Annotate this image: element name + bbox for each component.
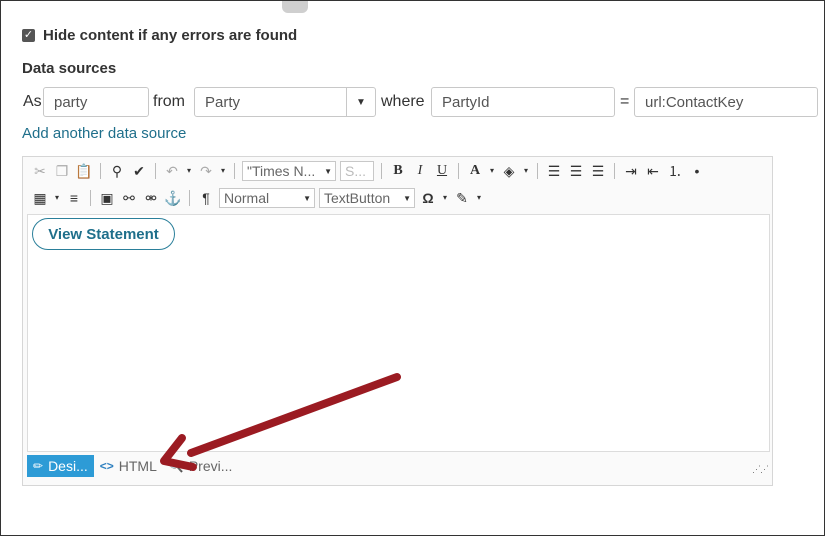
pencil-icon: ✏: [33, 459, 44, 473]
hide-content-row: ✓ Hide content if any errors are found: [22, 25, 297, 45]
view-statement-button[interactable]: View Statement: [32, 218, 175, 250]
font-size-value: S...: [345, 163, 367, 179]
table-icon[interactable]: ▦: [31, 188, 49, 208]
paste-icon[interactable]: 📋: [75, 161, 93, 181]
font-color-dropdown-icon[interactable]: ▾: [488, 161, 496, 181]
add-data-source-link[interactable]: Add another data source: [22, 125, 186, 142]
bullet-list-icon[interactable]: •: [688, 161, 706, 181]
toolbar-divider: [189, 190, 190, 206]
where-label: where: [381, 93, 425, 110]
undo-icon[interactable]: ↶: [163, 161, 181, 181]
bold-icon[interactable]: B: [389, 161, 407, 181]
chevron-down-icon: ▼: [324, 166, 332, 176]
toolbar-divider: [614, 163, 615, 179]
italic-icon[interactable]: I: [411, 161, 429, 181]
underline-icon[interactable]: U: [433, 161, 451, 181]
field-value: PartyId: [442, 93, 490, 111]
source-value: Party: [205, 93, 241, 111]
tab-html[interactable]: <> HTML: [94, 455, 163, 477]
highlight-icon[interactable]: ◈: [500, 161, 518, 181]
chevron-down-icon: ▼: [303, 193, 311, 203]
font-name-value: "Times N...: [247, 163, 316, 179]
font-size-select[interactable]: S...: [340, 161, 374, 181]
undo-dropdown-icon[interactable]: ▾: [185, 161, 193, 181]
chevron-down-icon: ▼: [403, 193, 411, 203]
alias-value: party: [54, 93, 88, 111]
toolbar-divider: [458, 163, 459, 179]
toolbar-divider: [234, 163, 235, 179]
data-sources-title: Data sources: [22, 60, 117, 77]
value-value: url:ContactKey: [645, 93, 744, 111]
as-label: As: [23, 93, 42, 110]
resize-grip-icon[interactable]: ⋰⋰: [752, 464, 769, 475]
rich-text-editor: ✂ ❐ 📋 ⚲ ✔ ↶ ▾ ↷ ▾ "Times N... ▼ S... B I…: [22, 156, 773, 486]
value-input[interactable]: url:ContactKey: [634, 87, 818, 117]
editor-mode-tabs: ✏ Desi... <> HTML 🔍 Previ...: [27, 455, 238, 477]
paint-brush-dropdown-icon[interactable]: ▾: [475, 188, 483, 208]
field-input[interactable]: PartyId: [431, 87, 615, 117]
font-name-select[interactable]: "Times N... ▼: [242, 161, 336, 181]
find-icon[interactable]: ⚲: [108, 161, 126, 181]
align-left-icon[interactable]: ☰: [545, 161, 563, 181]
unlink-icon[interactable]: ⚮: [142, 188, 160, 208]
highlight-dropdown-icon[interactable]: ▾: [522, 161, 530, 181]
from-label: from: [153, 93, 185, 110]
outdent-icon[interactable]: ⇤: [644, 161, 662, 181]
code-icon: <>: [99, 459, 114, 473]
cut-icon[interactable]: ✂: [31, 161, 49, 181]
special-char-icon[interactable]: Ω: [419, 188, 437, 208]
toolbar-divider: [537, 163, 538, 179]
editor-panel: ✓ Hide content if any errors are found D…: [0, 0, 825, 536]
copy-icon[interactable]: ❐: [53, 161, 71, 181]
numbered-list-icon[interactable]: ⒈: [666, 161, 684, 181]
table-dropdown-icon[interactable]: ▾: [53, 188, 61, 208]
redo-icon[interactable]: ↷: [197, 161, 215, 181]
style-select[interactable]: TextButton ▼: [319, 188, 415, 208]
toolbar-row-1: ✂ ❐ 📋 ⚲ ✔ ↶ ▾ ↷ ▾ "Times N... ▼ S... B I…: [31, 159, 706, 183]
magnifier-icon: 🔍: [168, 459, 184, 473]
tab-design-label: Desi...: [48, 458, 88, 474]
hide-content-label: Hide content if any errors are found: [43, 26, 298, 44]
drag-handle[interactable]: [282, 1, 308, 13]
image-icon[interactable]: ▣: [98, 188, 116, 208]
alias-input[interactable]: party: [43, 87, 149, 117]
toolbar-divider: [381, 163, 382, 179]
tab-preview-label: Previ...: [188, 458, 233, 474]
tab-design[interactable]: ✏ Desi...: [27, 455, 94, 477]
indent-icon[interactable]: ⇥: [622, 161, 640, 181]
align-right-icon[interactable]: ☰: [589, 161, 607, 181]
font-color-icon[interactable]: A: [466, 161, 484, 181]
horizontal-rule-icon[interactable]: ≡: [65, 188, 83, 208]
equals-sign: =: [620, 93, 630, 110]
tab-html-label: HTML: [118, 458, 157, 474]
link-icon[interactable]: ⚯: [120, 188, 138, 208]
align-center-icon[interactable]: ☰: [567, 161, 585, 181]
style-value: TextButton: [324, 190, 391, 206]
tab-preview[interactable]: 🔍 Previ...: [163, 455, 239, 477]
toolbar-row-2: ▦ ▾ ≡ ▣ ⚯ ⚮ ⚓ ¶ Normal ▼ TextButton ▼ Ω …: [31, 186, 483, 210]
toolbar-divider: [90, 190, 91, 206]
toolbar-divider: [155, 163, 156, 179]
hide-content-checkbox[interactable]: ✓: [22, 28, 35, 42]
spellcheck-icon[interactable]: ✔: [130, 161, 148, 181]
special-char-dropdown-icon[interactable]: ▾: [441, 188, 449, 208]
format-value: Normal: [224, 190, 270, 206]
toolbar-divider: [100, 163, 101, 179]
format-select[interactable]: Normal ▼: [219, 188, 315, 208]
paint-brush-icon[interactable]: ✎: [453, 188, 471, 208]
paragraph-icon[interactable]: ¶: [197, 188, 215, 208]
editor-content-area[interactable]: View Statement: [27, 214, 770, 452]
chevron-down-icon[interactable]: ▼: [346, 88, 375, 116]
redo-dropdown-icon[interactable]: ▾: [219, 161, 227, 181]
anchor-icon[interactable]: ⚓: [164, 188, 182, 208]
source-select[interactable]: Party ▼: [194, 87, 376, 117]
